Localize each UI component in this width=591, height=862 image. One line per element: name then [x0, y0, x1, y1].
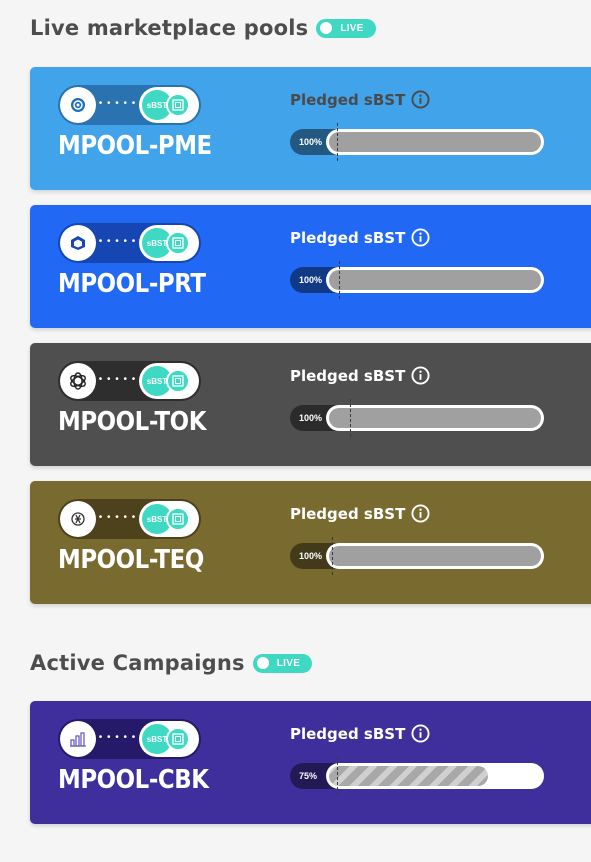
connector-dots: • • • • •: [98, 374, 137, 385]
live-dot-icon: [320, 22, 333, 34]
sbst-square-icon: [166, 93, 190, 117]
info-icon[interactable]: [411, 504, 430, 523]
info-icon[interactable]: [411, 228, 430, 247]
pledge-progress-bar: 100%: [290, 399, 544, 437]
progress-fill: [329, 766, 488, 786]
pool-name: MPOOL-TOK: [58, 407, 206, 437]
marketplace-section-title: Live marketplace pools LIVE: [30, 16, 376, 40]
pledged-label: Pledged sBST: [290, 90, 430, 109]
token-pair: • • • • • sBST: [58, 499, 201, 539]
sbst-token-icon: sBST: [139, 721, 199, 757]
pool-card-prt[interactable]: • • • • • sBST MPOOL-PRT Pledged sBST 10…: [30, 205, 591, 328]
sbst-token-icon: sBST: [139, 87, 199, 123]
token-pair: • • • • • sBST: [58, 85, 201, 125]
token-pair: • • • • • sBST: [58, 361, 201, 401]
pool-name: MPOOL-PME: [58, 131, 212, 161]
live-dot-icon: [256, 657, 269, 669]
progress-fill: [329, 546, 541, 566]
info-icon[interactable]: [411, 724, 430, 743]
connector-dots: • • • • •: [98, 512, 137, 523]
token-pair: • • • • • sBST: [58, 223, 201, 263]
teq-token-icon: [60, 501, 96, 537]
progress-fill: [329, 408, 541, 428]
sbst-token-icon: sBST: [139, 363, 199, 399]
pledge-progress-bar: 100%: [290, 537, 544, 575]
pool-name: MPOOL-PRT: [58, 269, 206, 299]
sbst-square-icon: [166, 727, 190, 751]
progress-marker: [339, 261, 340, 299]
live-badge: LIVE: [316, 18, 376, 38]
tok-token-icon: [60, 363, 96, 399]
progress-track: [326, 543, 544, 569]
campaign-card-cbk[interactable]: • • • • • sBST MPOOL-CBK Pledged sBST 75…: [30, 701, 591, 824]
connector-dots: • • • • •: [98, 732, 137, 743]
progress-fill: [329, 270, 541, 290]
pool-card-teq[interactable]: • • • • • sBST MPOOL-TEQ Pledged sBST 10…: [30, 481, 591, 604]
pledged-label: Pledged sBST: [290, 228, 430, 247]
sbst-token-icon: sBST: [139, 225, 199, 261]
connector-dots: • • • • •: [98, 236, 137, 247]
progress-fill: [329, 132, 541, 152]
progress-track: [326, 267, 544, 293]
info-icon[interactable]: [411, 366, 430, 385]
cbk-token-icon: [60, 721, 96, 757]
pledge-progress-bar: 100%: [290, 123, 544, 161]
pledge-progress-bar: 100%: [290, 261, 544, 299]
progress-track: [326, 129, 544, 155]
sbst-square-icon: [166, 507, 190, 531]
pledge-progress-bar: 75%: [290, 757, 544, 795]
progress-marker: [350, 399, 351, 437]
token-pair: • • • • • sBST: [58, 719, 201, 759]
pool-name: MPOOL-CBK: [58, 765, 209, 795]
prt-token-icon: [60, 225, 96, 261]
progress-marker: [332, 537, 333, 575]
info-icon[interactable]: [411, 90, 430, 109]
progress-track: [326, 763, 544, 789]
pledged-label: Pledged sBST: [290, 504, 430, 523]
live-badge: LIVE: [252, 653, 313, 673]
progress-marker: [337, 757, 338, 795]
connector-dots: • • • • •: [98, 98, 137, 109]
pool-name: MPOOL-TEQ: [58, 545, 204, 575]
pledged-label: Pledged sBST: [290, 724, 430, 743]
progress-track: [326, 405, 544, 431]
sbst-square-icon: [166, 231, 190, 255]
progress-marker: [337, 123, 338, 161]
pledged-label: Pledged sBST: [290, 366, 430, 385]
pool-card-pme[interactable]: • • • • • sBST MPOOL-PME Pledged sBST 10…: [30, 67, 591, 190]
campaigns-section-title: Active Campaigns LIVE: [30, 651, 313, 675]
sbst-square-icon: [166, 369, 190, 393]
sbst-token-icon: sBST: [139, 501, 199, 537]
pool-card-tok[interactable]: • • • • • sBST MPOOL-TOK Pledged sBST 10…: [30, 343, 591, 466]
pme-token-icon: [60, 87, 96, 123]
